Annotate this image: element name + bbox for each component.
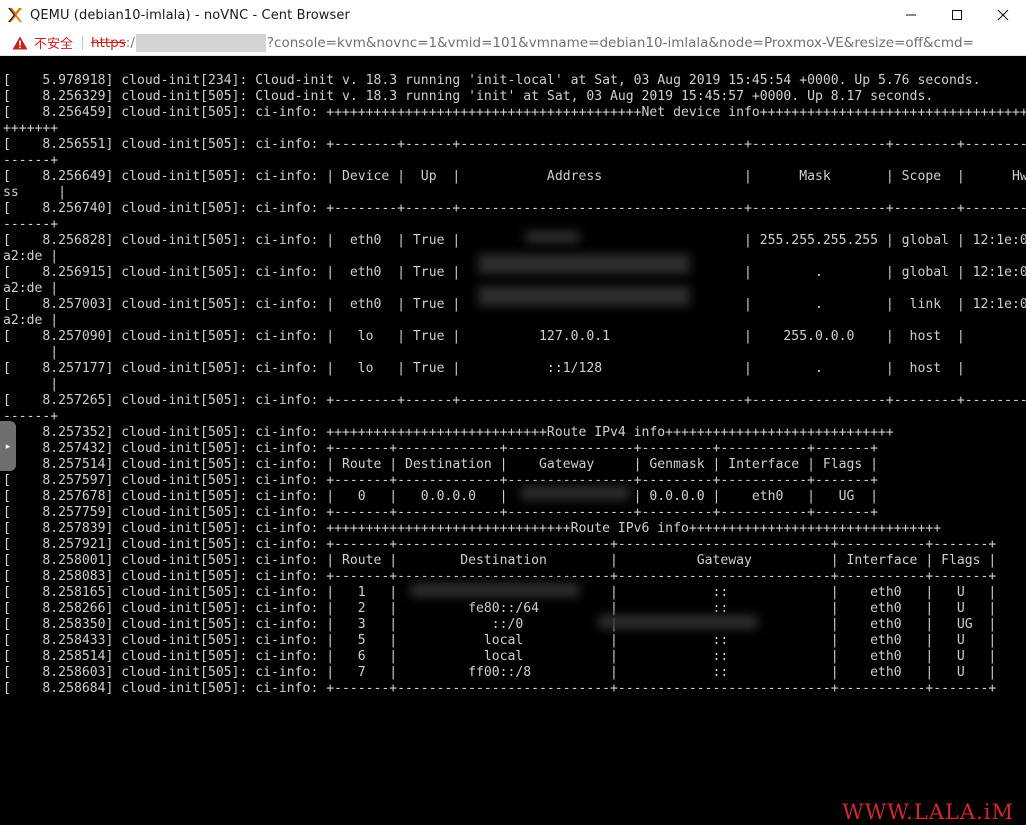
- console-line: [ 8.258514] cloud-init[505]: ci-info: | …: [3, 649, 997, 664]
- redacted-gateway-ipv4: [520, 486, 630, 500]
- novnc-control-bar-handle[interactable]: ▸: [0, 421, 16, 471]
- window-titlebar[interactable]: QEMU (debian10-imlala) - noVNC - Cent Br…: [0, 0, 1026, 30]
- console-line: [ 8.257177] cloud-init[505]: ci-info: | …: [3, 361, 1026, 376]
- console-line: [ 8.256551] cloud-init[505]: ci-info: +-…: [3, 137, 1026, 152]
- console-line: [ 8.258001] cloud-init[505]: ci-info: | …: [3, 553, 997, 568]
- console-line: [ 8.257514] cloud-init[505]: ci-info: | …: [3, 457, 879, 472]
- console-output: [ 5.978918] cloud-init[234]: Cloud-init …: [3, 73, 1026, 697]
- redacted-ipv6-address-2: [478, 286, 690, 306]
- console-line: |: [3, 377, 59, 392]
- url-scheme[interactable]: https: [91, 35, 126, 51]
- console-line: ------+: [3, 153, 59, 168]
- window-controls: [888, 0, 1026, 30]
- warning-icon[interactable]: [12, 36, 28, 50]
- redacted-ipv6-gateway: [598, 615, 758, 629]
- security-label[interactable]: 不安全: [34, 33, 73, 52]
- console-line: [ 8.257921] cloud-init[505]: ci-info: +-…: [3, 537, 997, 552]
- console-line: [ 5.978918] cloud-init[234]: Cloud-init …: [3, 73, 981, 88]
- console-line: [ 8.257265] cloud-init[505]: ci-info: +-…: [3, 393, 1026, 408]
- console-line: [ 8.256740] cloud-init[505]: ci-info: +-…: [3, 201, 1026, 216]
- console-line: [ 8.256828] cloud-init[505]: ci-info: | …: [3, 233, 1026, 248]
- console-line: |: [3, 345, 59, 360]
- console-line: ------+: [3, 409, 59, 424]
- redacted-ipv6-destination: [410, 583, 580, 597]
- url-query[interactable]: ?console=kvm&novnc=1&vmid=101&vmname=deb…: [267, 35, 974, 51]
- console-line: [ 8.257839] cloud-init[505]: ci-info: ++…: [3, 521, 942, 536]
- site-watermark: WWW.LALA.iM: [842, 800, 1014, 824]
- console-line: [ 8.258266] cloud-init[505]: ci-info: | …: [3, 601, 997, 616]
- address-divider: [82, 35, 84, 50]
- console-line: [ 8.257090] cloud-init[505]: ci-info: | …: [3, 329, 1026, 344]
- console-line: [ 8.258684] cloud-init[505]: ci-info: +-…: [3, 681, 997, 696]
- window-title: QEMU (debian10-imlala) - noVNC - Cent Br…: [30, 7, 350, 23]
- console-line: [ 8.257597] cloud-init[505]: ci-info: +-…: [3, 473, 879, 488]
- redacted-ipv6-address-1: [478, 254, 690, 274]
- close-button[interactable]: [980, 0, 1026, 30]
- console-line: [ 8.257432] cloud-init[505]: ci-info: +-…: [3, 441, 879, 456]
- proxmox-logo-icon: [7, 7, 23, 23]
- minimize-button[interactable]: [888, 0, 934, 30]
- console-line: [ 8.256329] cloud-init[505]: Cloud-init …: [3, 89, 934, 104]
- redacted-ipv4-address-1: [525, 231, 580, 243]
- maximize-button[interactable]: [934, 0, 980, 30]
- console-line: ss |: [3, 185, 67, 200]
- console-line: [ 8.257759] cloud-init[505]: ci-info: +-…: [3, 505, 879, 520]
- expand-arrow-icon: ▸: [5, 440, 11, 451]
- console-line: [ 8.256649] cloud-init[505]: ci-info: | …: [3, 169, 1026, 184]
- console-line: [ 8.258350] cloud-init[505]: ci-info: | …: [3, 617, 997, 632]
- url-separator[interactable]: :/: [126, 35, 135, 51]
- url-host-redacted: [135, 33, 266, 52]
- console-line: [ 8.256459] cloud-init[505]: ci-info: ++…: [3, 105, 1026, 120]
- console-line: ------+: [3, 217, 59, 232]
- vnc-console[interactable]: [ 5.978918] cloud-init[234]: Cloud-init …: [0, 56, 1026, 825]
- console-line: [ 8.257352] cloud-init[505]: ci-info: ++…: [3, 425, 894, 440]
- address-bar[interactable]: 不安全 https :/ ?console=kvm&novnc=1&vmid=1…: [0, 30, 1026, 56]
- console-line: [ 8.257678] cloud-init[505]: ci-info: | …: [3, 489, 879, 504]
- console-line: a2:de |: [3, 313, 59, 328]
- console-line: [ 8.258603] cloud-init[505]: ci-info: | …: [3, 665, 997, 680]
- console-line: [ 8.258433] cloud-init[505]: ci-info: | …: [3, 633, 997, 648]
- console-line: +++++++: [3, 121, 59, 136]
